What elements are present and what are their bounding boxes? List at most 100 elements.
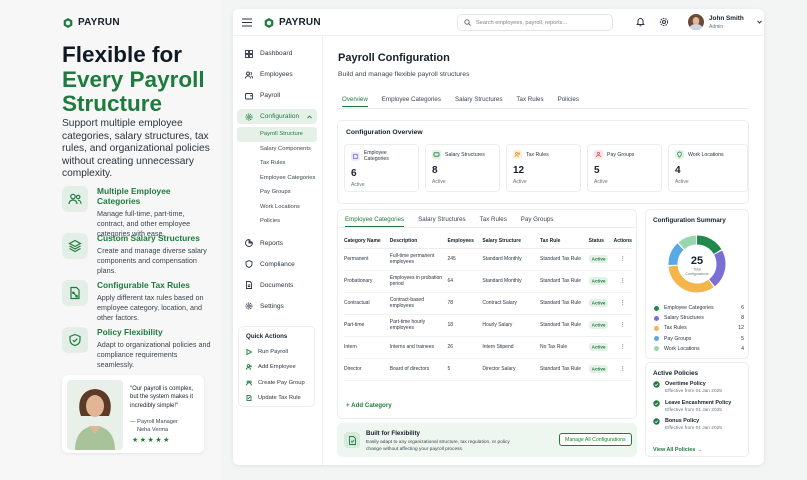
cell-tax-rule: Standard Tax Rule bbox=[539, 270, 589, 293]
summary-title: Configuration Summary bbox=[653, 217, 726, 224]
table-row[interactable]: Contractual Contract-based employees 78 Con… bbox=[344, 292, 632, 315]
table-tab-tax-rules[interactable]: Tax Rules bbox=[480, 212, 507, 227]
sidebar-item-label: Documents bbox=[260, 281, 294, 289]
submenu-employee-categories[interactable]: Employee Categories bbox=[237, 171, 317, 186]
sidebar-item-label: Payroll bbox=[260, 92, 281, 99]
policy-item[interactable]: Overtime Policy Effective from 01 Jan 202… bbox=[653, 381, 747, 400]
legend-dot bbox=[654, 336, 659, 342]
sidebar-item-reports[interactable]: Reports bbox=[237, 236, 317, 251]
submenu-pay-groups[interactable]: Pay Groups bbox=[237, 185, 317, 200]
table-tab-pay-groups[interactable]: Pay Groups bbox=[521, 212, 554, 227]
legend-label: Pay Groups bbox=[664, 335, 692, 342]
tab-policies[interactable]: Policies bbox=[558, 92, 579, 107]
feature-item: Custom Salary Structures Create and manag… bbox=[62, 233, 212, 276]
sidebar-item-compliance[interactable]: Compliance bbox=[237, 257, 317, 272]
more-actions-icon[interactable]: ⋮ bbox=[613, 248, 632, 271]
overview-stat-label: Work Locations bbox=[688, 151, 724, 158]
table-row[interactable]: Permanent Full-time permanent employees 24… bbox=[344, 248, 632, 271]
policies-title: Active Policies bbox=[653, 370, 699, 377]
quick-action-create-pay-group[interactable]: Create Pay Group bbox=[246, 375, 307, 391]
policy-item[interactable]: Leave Encashment Policy Effective from 01… bbox=[653, 400, 747, 419]
tab-salary-structures[interactable]: Salary Structures bbox=[455, 92, 502, 107]
more-actions-icon[interactable]: ⋮ bbox=[613, 336, 632, 359]
quick-action-run-payroll[interactable]: Run Payroll bbox=[246, 344, 307, 360]
tab-overview[interactable]: Overview bbox=[342, 92, 368, 107]
manage-configurations-button[interactable]: Manage All Configurations bbox=[559, 433, 632, 446]
overview-stat-value: 12 bbox=[513, 165, 525, 176]
user-role: Admin bbox=[709, 24, 724, 30]
menu-icon[interactable] bbox=[242, 18, 252, 27]
column-header[interactable]: Description bbox=[389, 234, 448, 249]
legend-value: 12 bbox=[738, 325, 744, 332]
testimonial-avatar bbox=[67, 380, 123, 450]
submenu-policies[interactable]: Policies bbox=[237, 214, 317, 229]
column-header[interactable]: Salary Structure bbox=[482, 234, 540, 249]
user-name[interactable]: John Smith bbox=[709, 15, 744, 22]
more-actions-icon[interactable]: ⋮ bbox=[613, 270, 632, 293]
more-actions-icon[interactable]: ⋮ bbox=[613, 358, 632, 381]
gear-icon[interactable] bbox=[659, 17, 669, 27]
search-input[interactable]: Search employees, payroll, reports... bbox=[457, 14, 613, 31]
table-row[interactable]: Director Board of directors 5 Director Sala… bbox=[344, 358, 632, 381]
avatar[interactable] bbox=[688, 14, 704, 30]
overview-stat-card[interactable]: Pay Groups 5 Active bbox=[587, 144, 662, 192]
feature-title: Configurable Tax Rules bbox=[97, 280, 190, 290]
cell-employees: 64 bbox=[447, 270, 483, 293]
summary-total-label-2: Configurations bbox=[685, 272, 708, 276]
chevron-down-icon[interactable] bbox=[757, 20, 762, 24]
users-icon bbox=[245, 71, 253, 79]
testimonial-author: — Payroll Manager bbox=[130, 419, 178, 425]
cell-description: Board of directors bbox=[389, 358, 448, 381]
tab-employee-categories[interactable]: Employee Categories bbox=[382, 92, 441, 107]
legend-label: Salary Structures bbox=[664, 315, 704, 322]
summary-total-label-1: Total bbox=[693, 268, 701, 272]
user-plus-icon bbox=[246, 364, 252, 370]
table-row[interactable]: Probationary Employees in probation perio… bbox=[344, 270, 632, 293]
overview-stat-card[interactable]: Tax Rules 12 Active bbox=[506, 144, 581, 192]
table-row[interactable]: Part-time Part-time hourly employees 18 Hou… bbox=[344, 314, 632, 337]
legend-label: Tax Rules bbox=[664, 325, 687, 332]
submenu-tax-rules[interactable]: Tax Rules bbox=[237, 156, 317, 171]
status-badge: Active bbox=[588, 254, 609, 263]
overview-stat-card[interactable]: Salary Structures 8 Active bbox=[425, 144, 500, 192]
sidebar-item-configuration[interactable]: Configuration bbox=[237, 109, 317, 124]
add-category-button[interactable]: + Add Category bbox=[346, 402, 392, 409]
overview-stat-card[interactable]: Employee Categories 6 Active bbox=[344, 144, 419, 192]
column-header[interactable]: Tax Rule bbox=[539, 234, 589, 249]
sidebar: Dashboard Employees Payroll Configuratio… bbox=[233, 36, 323, 465]
submenu-payroll-structure[interactable]: Payroll Structure bbox=[237, 127, 317, 142]
bell-icon[interactable] bbox=[636, 17, 645, 27]
column-header[interactable]: Category Name bbox=[344, 234, 390, 249]
app-brand[interactable]: PAYRUN bbox=[264, 17, 321, 28]
quick-action-update-tax-rule[interactable]: Update Tax Rule bbox=[246, 391, 307, 407]
submenu-salary-components[interactable]: Salary Components bbox=[237, 142, 317, 157]
view-all-policies-link[interactable]: View All Policies → bbox=[653, 447, 702, 453]
top-bar: PAYRUN Search employees, payroll, report… bbox=[233, 9, 764, 36]
sidebar-item-dashboard[interactable]: Dashboard bbox=[237, 46, 317, 61]
column-header[interactable]: Actions bbox=[613, 234, 632, 249]
tab-tax-rules[interactable]: Tax Rules bbox=[516, 92, 543, 107]
overview-stat-status: Active bbox=[675, 179, 689, 185]
more-actions-icon[interactable]: ⋮ bbox=[613, 314, 632, 337]
column-header[interactable]: Status bbox=[588, 234, 614, 249]
sidebar-item-payroll[interactable]: Payroll bbox=[237, 88, 317, 103]
group-icon bbox=[594, 150, 603, 159]
brand-name: PAYRUN bbox=[78, 17, 120, 28]
sidebar-item-employees[interactable]: Employees bbox=[237, 67, 317, 82]
table-row[interactable]: Intern Interns and trainees 26 Intern Stipe… bbox=[344, 336, 632, 359]
check-circle-icon bbox=[653, 418, 660, 425]
policy-item[interactable]: Bonus Policy Effective from 01 Jan 2025 bbox=[653, 418, 747, 437]
table-tab-salary-structures[interactable]: Salary Structures bbox=[418, 212, 465, 227]
policy-name: Overtime Policy bbox=[665, 381, 706, 387]
submenu-work-locations[interactable]: Work Locations bbox=[237, 200, 317, 215]
sidebar-item-documents[interactable]: Documents bbox=[237, 278, 317, 293]
tax-document-icon bbox=[246, 395, 252, 402]
overview-stat-card[interactable]: Work Locations 4 Active bbox=[668, 144, 748, 192]
cell-salary-structure: Director Salary bbox=[482, 358, 540, 381]
cell-tax-rule: Standard Tax Rule bbox=[539, 292, 589, 315]
table-tab-employee-categories[interactable]: Employee Categories bbox=[345, 212, 405, 227]
quick-action-add-employee[interactable]: Add Employee bbox=[246, 360, 307, 376]
column-header[interactable]: Employees bbox=[447, 234, 483, 249]
more-actions-icon[interactable]: ⋮ bbox=[613, 292, 632, 315]
sidebar-item-settings[interactable]: Settings bbox=[237, 299, 317, 314]
